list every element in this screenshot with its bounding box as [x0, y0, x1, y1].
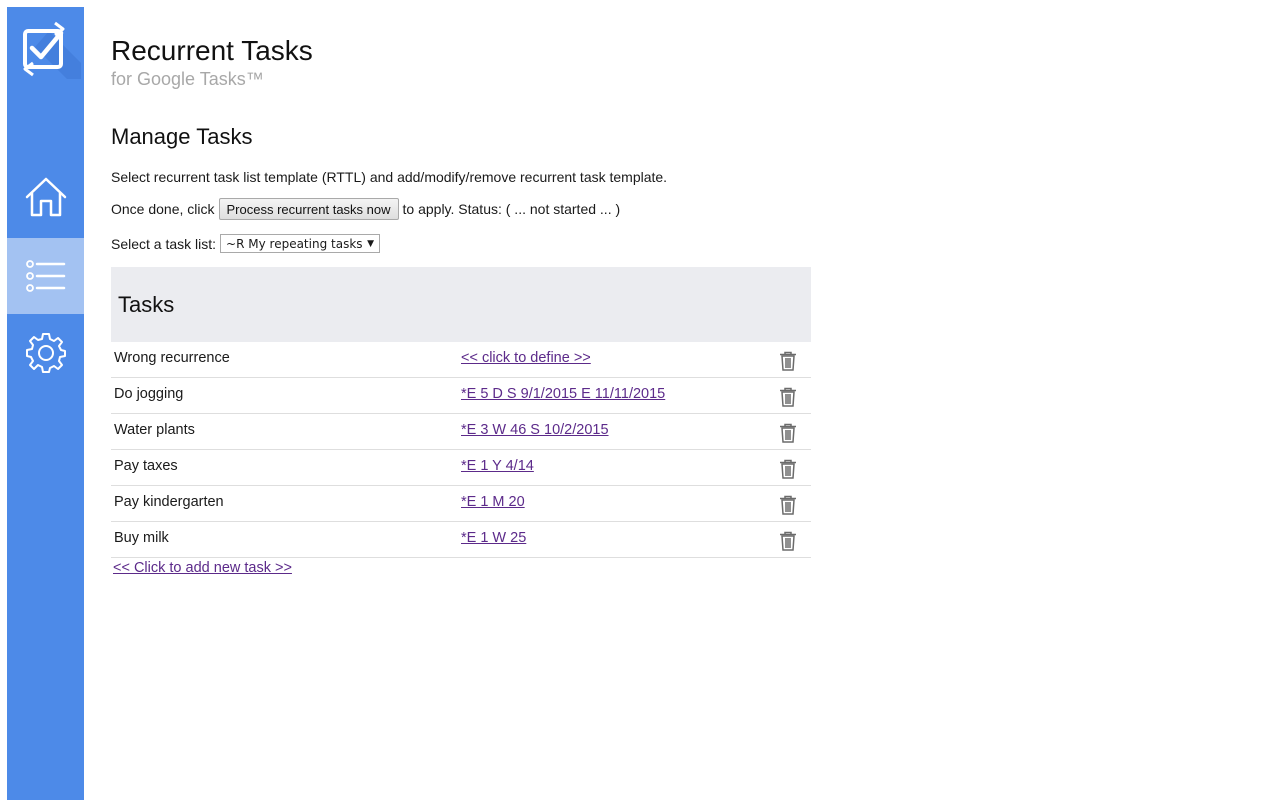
trash-icon[interactable] [778, 423, 798, 443]
task-recurrence-link[interactable]: *E 1 W 25 [461, 530, 526, 546]
page-title: Manage Tasks [111, 124, 253, 149]
task-name: Pay taxes [114, 458, 178, 474]
table-row: Wrong recurrence << click to define >> [111, 342, 811, 378]
nav-tasks[interactable] [7, 238, 84, 314]
recurrent-check-icon[interactable] [19, 17, 81, 79]
trash-icon[interactable] [778, 387, 798, 407]
task-name: Do jogging [114, 386, 184, 402]
list-icon [25, 260, 65, 292]
process-line: Once done, click Process recurrent tasks… [111, 198, 620, 220]
process-tasks-button[interactable]: Process recurrent tasks now [218, 198, 399, 220]
task-recurrence-link[interactable]: *E 1 Y 4/14 [461, 458, 534, 474]
table-row: Pay taxes *E 1 Y 4/14 [111, 450, 811, 486]
intro-text: Select recurrent task list template (RTT… [111, 169, 668, 185]
tasks-panel: Tasks Wrong recurrence << click to defin… [111, 267, 811, 577]
nav-settings[interactable] [7, 315, 84, 391]
tasks-header: Tasks [111, 267, 811, 342]
status-text: to apply. Status: ( ... not started ... … [402, 201, 621, 217]
task-recurrence-link[interactable]: *E 1 M 20 [461, 494, 525, 510]
gear-icon [25, 333, 66, 373]
sidebar [7, 7, 84, 800]
table-row: Pay kindergarten *E 1 M 20 [111, 486, 811, 522]
task-name: Buy milk [114, 530, 169, 546]
select-label: Select a task list: [111, 235, 217, 252]
task-list-select[interactable]: ~R My repeating tasks ▼ [220, 234, 381, 253]
task-list-select-line: Select a task list: ~R My repeating task… [111, 234, 381, 253]
app-title: Recurrent Tasks [111, 35, 313, 66]
task-name: Pay kindergarten [114, 494, 224, 510]
trash-icon[interactable] [778, 351, 798, 371]
once-done-text: Once done, click [111, 201, 215, 217]
trash-icon[interactable] [778, 459, 798, 479]
table-row: Do jogging *E 5 D S 9/1/2015 E 11/11/201… [111, 378, 811, 414]
app-subtitle: for Google Tasks™ [111, 69, 264, 89]
task-recurrence-link[interactable]: *E 3 W 46 S 10/2/2015 [461, 422, 609, 438]
trash-icon[interactable] [778, 495, 798, 515]
table-row: Water plants *E 3 W 46 S 10/2/2015 [111, 414, 811, 450]
trash-icon[interactable] [778, 531, 798, 551]
task-recurrence-link[interactable]: << click to define >> [461, 350, 591, 366]
dropdown-arrow-icon: ▼ [367, 238, 375, 249]
task-name: Wrong recurrence [114, 350, 230, 366]
task-name: Water plants [114, 422, 195, 438]
home-icon [25, 177, 66, 217]
task-list-select-value: ~R My repeating tasks [226, 236, 363, 251]
task-recurrence-link[interactable]: *E 5 D S 9/1/2015 E 11/11/2015 [461, 386, 665, 402]
nav-home[interactable] [7, 159, 84, 235]
table-row: Buy milk *E 1 W 25 [111, 522, 811, 558]
add-new-task-link[interactable]: << Click to add new task >> [113, 560, 292, 576]
